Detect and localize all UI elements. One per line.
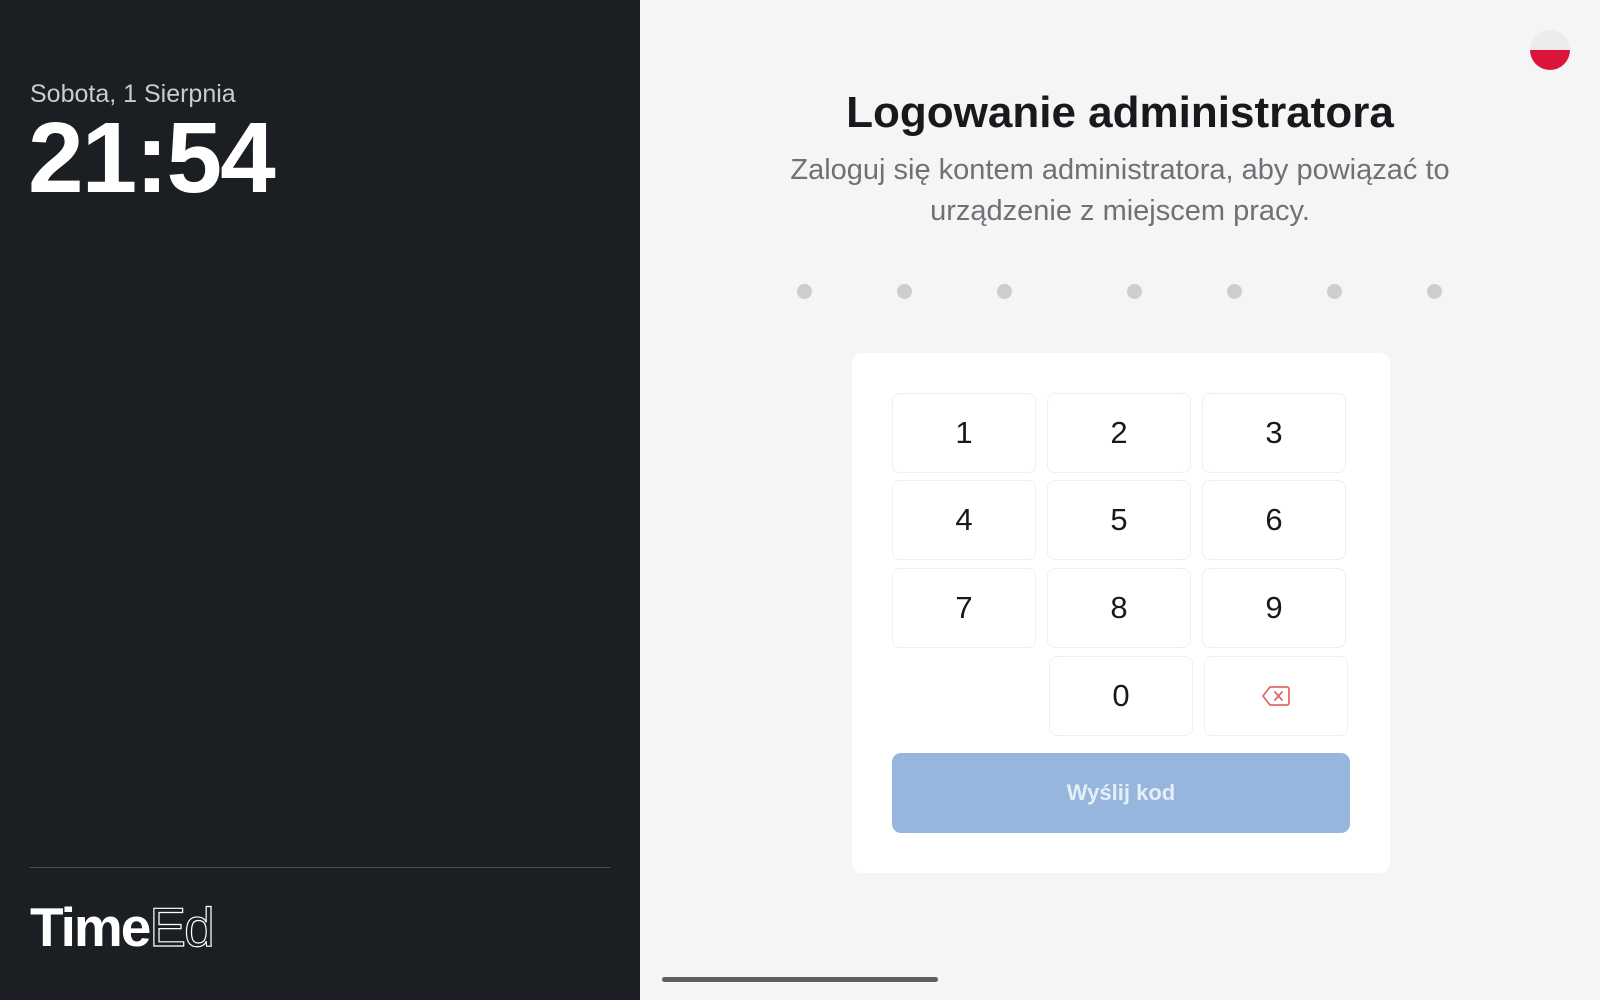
login-panel: Logowanie administratora Zaloguj się kon… xyxy=(640,0,1600,1000)
code-indicator xyxy=(640,284,1600,300)
code-dot xyxy=(1327,284,1342,299)
code-dot xyxy=(1427,284,1442,299)
backspace-button[interactable] xyxy=(1204,656,1348,736)
clock: 21:54 xyxy=(28,102,276,214)
key-0[interactable]: 0 xyxy=(1049,656,1193,736)
code-dot xyxy=(1227,284,1242,299)
sidebar-divider xyxy=(30,867,610,868)
poland-flag-icon[interactable] xyxy=(1530,30,1570,70)
code-dot xyxy=(997,284,1012,299)
key-2[interactable]: 2 xyxy=(1047,393,1191,473)
submit-code-button[interactable]: Wyślij kod xyxy=(892,753,1350,833)
page-title: Logowanie administratora xyxy=(846,88,1394,137)
sidebar: Sobota, 1 Sierpnia 21:54 TimeEd xyxy=(0,0,640,1000)
key-6[interactable]: 6 xyxy=(1202,480,1346,560)
brand-logo-bold: Time xyxy=(30,896,151,958)
keypad-card: 1 2 3 4 5 6 7 8 9 0 Wyślij kod xyxy=(852,353,1390,873)
key-1[interactable]: 1 xyxy=(892,393,1036,473)
brand-logo: TimeEd xyxy=(30,899,215,955)
key-3[interactable]: 3 xyxy=(1202,393,1346,473)
code-dot xyxy=(1127,284,1142,299)
key-4[interactable]: 4 xyxy=(892,480,1036,560)
key-9[interactable]: 9 xyxy=(1202,568,1346,648)
key-7[interactable]: 7 xyxy=(892,568,1036,648)
key-8[interactable]: 8 xyxy=(1047,568,1191,648)
home-indicator xyxy=(662,977,938,982)
key-5[interactable]: 5 xyxy=(1047,480,1191,560)
brand-logo-light: Ed xyxy=(149,896,215,958)
code-dot xyxy=(797,284,812,299)
page-subtitle: Zaloguj się kontem administratora, aby p… xyxy=(790,154,1450,227)
code-dot xyxy=(897,284,912,299)
backspace-icon xyxy=(1262,686,1290,706)
